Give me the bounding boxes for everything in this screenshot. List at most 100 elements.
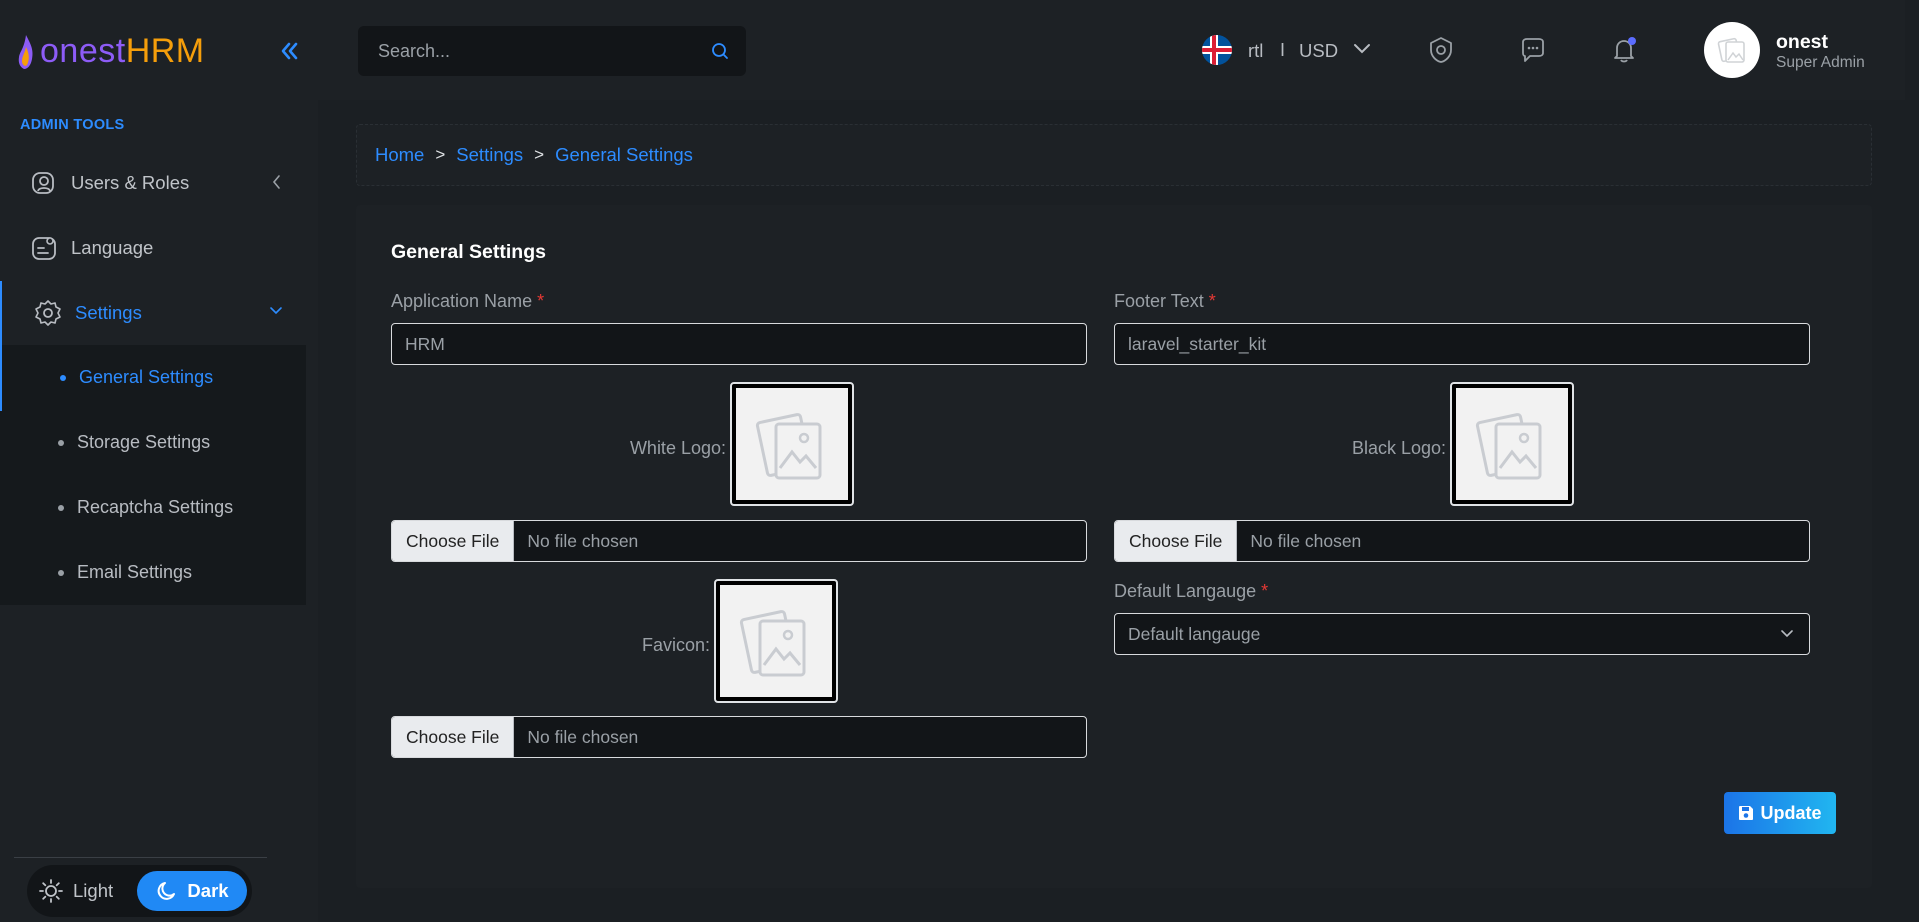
user-name[interactable]: onest — [1776, 31, 1828, 54]
required-mark: * — [1208, 291, 1216, 311]
bullet-icon — [58, 569, 64, 576]
default-language-value: Default langauge — [1128, 623, 1261, 644]
black-logo-file-input[interactable]: Choose File No file chosen — [1114, 520, 1810, 562]
sidebar-item-label: Language — [71, 237, 154, 258]
update-button[interactable]: Update — [1724, 792, 1836, 834]
user-role: Super Admin — [1776, 54, 1865, 71]
sidebar-item-settings[interactable]: Settings — [0, 281, 306, 345]
choose-file-button[interactable]: Choose File — [1115, 521, 1238, 561]
search-box — [358, 26, 746, 76]
footer-text-input[interactable] — [1114, 323, 1810, 365]
settings-submenu: General Settings Storage Settings Recapt… — [0, 345, 306, 605]
submenu-item-label: Recaptcha Settings — [77, 497, 234, 517]
double-chevron-left-icon — [281, 42, 298, 60]
logo-preview-inner — [720, 585, 832, 697]
shield-icon[interactable] — [1426, 35, 1456, 65]
favicon-label: Favicon: — [641, 635, 710, 655]
chat-icon[interactable] — [1518, 35, 1548, 65]
logo-row: onest HRM — [0, 0, 318, 102]
footer-text-label: Footer Text * — [1114, 291, 1216, 312]
header-separator: I — [1280, 40, 1286, 60]
submenu-item-label: General Settings — [79, 367, 214, 387]
default-language-label: Default Langauge * — [1114, 581, 1268, 602]
active-indicator — [0, 345, 2, 411]
image-placeholder-icon — [1717, 37, 1745, 63]
chevron-down-icon[interactable] — [1352, 42, 1372, 56]
theme-toggle: Light Dark — [27, 865, 252, 917]
favicon-preview — [714, 579, 838, 703]
file-status: No file chosen — [527, 530, 639, 551]
general-settings-card: General Settings Application Name * Foot… — [356, 205, 1872, 888]
breadcrumb-separator: > — [435, 145, 446, 164]
breadcrumb-separator: > — [534, 145, 545, 164]
choose-file-button[interactable]: Choose File — [392, 717, 515, 757]
file-status: No file chosen — [1250, 530, 1362, 551]
chevron-down-icon — [270, 307, 282, 315]
app-name-label-text: Application Name — [391, 291, 533, 311]
brand-name-part1: onest — [40, 32, 126, 70]
file-status: No file chosen — [527, 726, 639, 747]
sidebar-item-language[interactable]: Language — [0, 218, 306, 278]
page-title: General Settings — [391, 241, 546, 263]
theme-divider — [14, 857, 267, 858]
gear-icon — [35, 300, 61, 326]
sidebar-section-title: ADMIN TOOLS — [20, 117, 125, 133]
bell-icon[interactable] — [1609, 35, 1639, 65]
chevron-left-icon — [272, 175, 280, 189]
flame-logo-icon — [18, 34, 33, 69]
sidebar-collapse-button[interactable] — [276, 38, 302, 64]
app-name-label: Application Name * — [391, 291, 544, 312]
save-icon — [1739, 806, 1754, 820]
white-logo-preview — [730, 382, 854, 506]
users-icon — [32, 172, 54, 194]
page-scrollbar[interactable] — [1905, 0, 1919, 922]
submenu-item-recaptcha-settings[interactable]: Recaptcha Settings — [58, 497, 233, 518]
favicon-file-input[interactable]: Choose File No file chosen — [391, 716, 1087, 758]
top-header: rtl I USD onest Super Admin — [318, 0, 1919, 100]
direction-toggle[interactable]: rtl — [1248, 40, 1263, 62]
search-icon[interactable] — [710, 41, 730, 61]
black-logo-preview — [1450, 382, 1574, 506]
light-theme-label: Light — [73, 880, 114, 901]
image-placeholder-icon — [739, 610, 806, 677]
language-icon — [32, 237, 56, 260]
app-name-input[interactable] — [391, 323, 1087, 365]
submenu-item-storage-settings[interactable]: Storage Settings — [58, 432, 210, 453]
logo-preview-inner — [736, 388, 848, 500]
bullet-icon — [58, 439, 64, 446]
breadcrumb: Home > Settings > General Settings — [356, 124, 1872, 186]
submenu-item-label: Storage Settings — [77, 432, 211, 452]
update-label: Update — [1760, 802, 1822, 823]
bullet-icon — [60, 374, 66, 381]
sun-icon — [39, 879, 63, 903]
image-placeholder-icon — [755, 413, 822, 480]
light-theme-button[interactable]: Light — [39, 873, 113, 909]
sidebar-item-users-roles[interactable]: Users & Roles — [0, 153, 306, 213]
language-flag-icon[interactable] — [1202, 35, 1232, 65]
default-language-select[interactable]: Default langauge — [1114, 613, 1810, 655]
avatar[interactable] — [1704, 22, 1760, 78]
logo-preview-inner — [1456, 388, 1568, 500]
breadcrumb-settings[interactable]: Settings — [456, 144, 523, 166]
black-logo-label: Black Logo: — [1351, 438, 1446, 458]
currency-selector[interactable]: USD — [1299, 40, 1338, 62]
brand-name-part2: HRM — [125, 32, 205, 70]
required-mark: * — [1261, 581, 1269, 601]
image-placeholder-icon — [1475, 413, 1542, 480]
choose-file-button[interactable]: Choose File — [392, 521, 515, 561]
submenu-item-general-settings[interactable]: General Settings — [60, 367, 213, 388]
white-logo-label: White Logo: — [629, 438, 726, 458]
breadcrumb-general-settings[interactable]: General Settings — [555, 144, 693, 166]
dark-theme-label: Dark — [187, 880, 229, 901]
sidebar: onest HRM ADMIN TOOLS Users & Roles Lang… — [0, 0, 318, 922]
white-logo-file-input[interactable]: Choose File No file chosen — [391, 520, 1087, 562]
dark-theme-button[interactable]: Dark — [137, 871, 247, 911]
submenu-item-email-settings[interactable]: Email Settings — [58, 562, 192, 583]
search-input[interactable] — [358, 26, 698, 76]
breadcrumb-home[interactable]: Home — [375, 144, 424, 166]
brand-logo[interactable]: onest HRM — [16, 32, 205, 71]
required-mark: * — [537, 291, 545, 311]
submenu-item-label: Email Settings — [77, 562, 193, 582]
default-language-label-text: Default Langauge — [1114, 581, 1257, 601]
moon-icon — [158, 882, 176, 900]
